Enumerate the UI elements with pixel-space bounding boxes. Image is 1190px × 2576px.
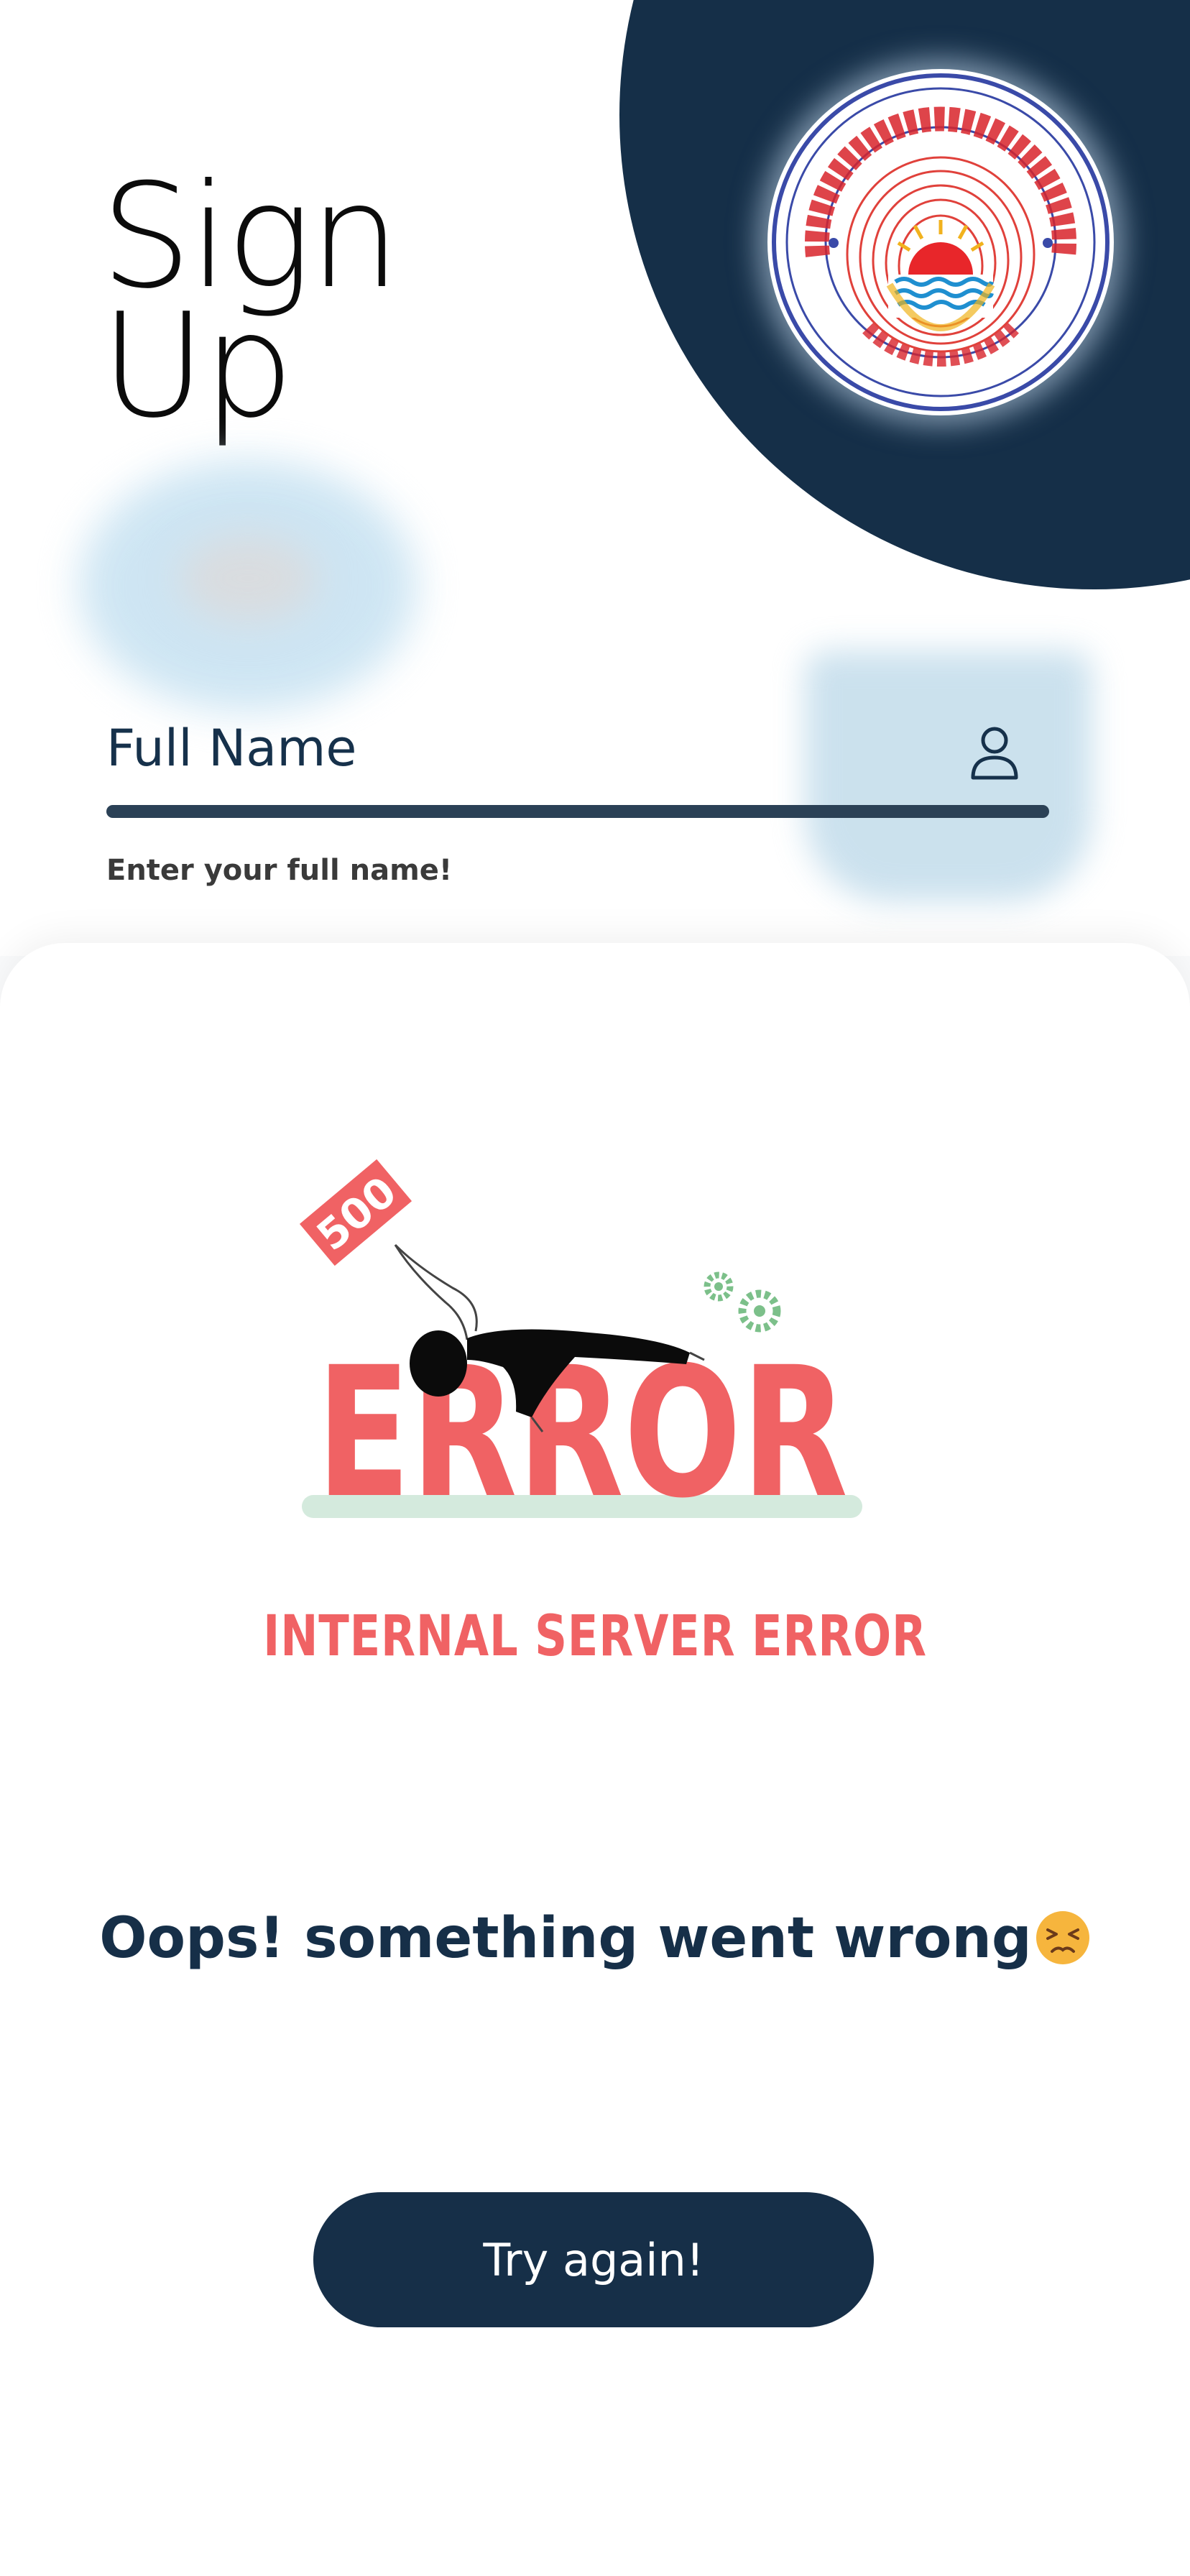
500-sign: 500 [299, 1159, 412, 1266]
signup-title-line2: Up [101, 282, 294, 450]
user-icon [971, 727, 1018, 780]
error-message-text: Oops! something went wrong [99, 1906, 1032, 1971]
university-emblem-icon [772, 73, 1110, 411]
gears-icon [704, 1271, 781, 1333]
full-name-label: Full Name [106, 719, 357, 778]
internal-server-error-caption: INTERNAL SERVER ERROR [263, 1604, 927, 1669]
server-error-illustration: ERROR 500 [299, 1159, 862, 1537]
try-again-button[interactable]: Try again! [313, 2192, 874, 2327]
full-name-error-text: Enter your full name! [106, 854, 453, 887]
app-root: Sign Up Full Name Enter your full name! … [0, 0, 1190, 2576]
blurred-avatar-center [180, 535, 316, 622]
full-name-field[interactable]: Full Name [106, 719, 1049, 818]
university-logo [767, 69, 1114, 415]
persevering-face-emoji-icon [1036, 1910, 1089, 1964]
error-word: ERROR [316, 1328, 848, 1537]
error-bottom-sheet: ERROR 500 INTERNAL SERVER ERROR Oops! so… [0, 943, 1190, 2576]
full-name-underline [106, 805, 1049, 818]
signup-screen: Sign Up Full Name Enter your full name! [0, 0, 1190, 956]
error-message: Oops! something went wrong [0, 1906, 1190, 1971]
